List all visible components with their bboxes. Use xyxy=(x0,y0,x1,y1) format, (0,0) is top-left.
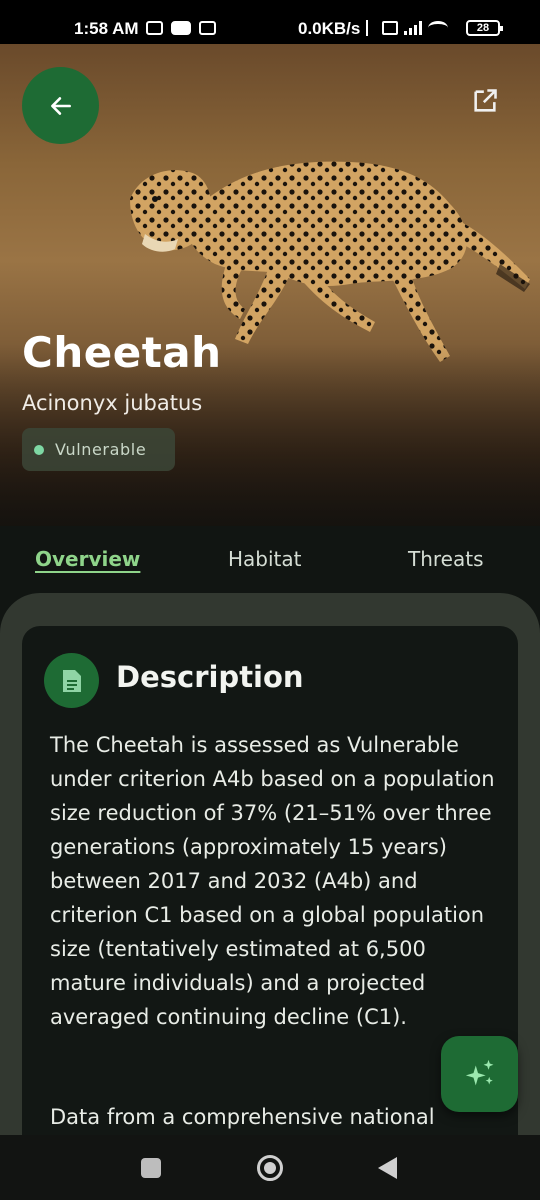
description-paragraph-2: Data from a comprehensive national xyxy=(50,1105,435,1129)
status-badge: Vulnerable xyxy=(22,428,175,471)
description-paragraph: The Cheetah is assessed as Vulnerable un… xyxy=(50,733,495,1029)
status-label: Vulnerable xyxy=(55,440,147,459)
wifi-icon xyxy=(428,21,448,35)
network-speed: 0.0KB/s xyxy=(298,19,361,38)
open-external-icon xyxy=(474,89,497,112)
tab-bar: Overview Habitat Threats xyxy=(0,526,540,596)
twitch-icon xyxy=(146,21,163,35)
bluetooth-icon xyxy=(366,20,376,36)
card-title: Description xyxy=(116,660,304,694)
back-button[interactable] xyxy=(22,67,99,144)
ai-assistant-button[interactable] xyxy=(441,1036,518,1112)
status-bar: 1:58 AM 0.0KB/s 28 xyxy=(0,0,540,44)
back-nav-button[interactable] xyxy=(378,1157,397,1179)
volte-icon xyxy=(382,21,398,35)
arrow-left-icon xyxy=(50,96,71,115)
notification-icons xyxy=(146,21,216,35)
sim-icon xyxy=(199,21,216,35)
status-time: 1:58 AM xyxy=(74,19,139,38)
recents-button[interactable] xyxy=(141,1158,161,1178)
tab-overview[interactable]: Overview xyxy=(35,547,140,571)
youtube-icon xyxy=(171,21,191,35)
hero-image: Cheetah Acinonyx jubatus Vulnerable xyxy=(0,44,540,526)
signal-icon xyxy=(404,21,422,35)
species-name: Cheetah xyxy=(22,328,222,377)
document-icon xyxy=(62,669,81,692)
open-external-button[interactable] xyxy=(470,86,500,116)
scientific-name: Acinonyx jubatus xyxy=(22,391,203,415)
tab-threats[interactable]: Threats xyxy=(408,547,484,571)
status-dot-icon xyxy=(34,444,44,455)
card-icon-wrapper xyxy=(44,653,99,708)
home-button[interactable] xyxy=(257,1155,283,1181)
sparkles-icon xyxy=(465,1059,493,1086)
system-icons xyxy=(366,20,448,36)
tab-habitat[interactable]: Habitat xyxy=(228,547,302,571)
battery-icon: 28 xyxy=(466,20,503,36)
system-nav-bar xyxy=(0,1135,540,1200)
